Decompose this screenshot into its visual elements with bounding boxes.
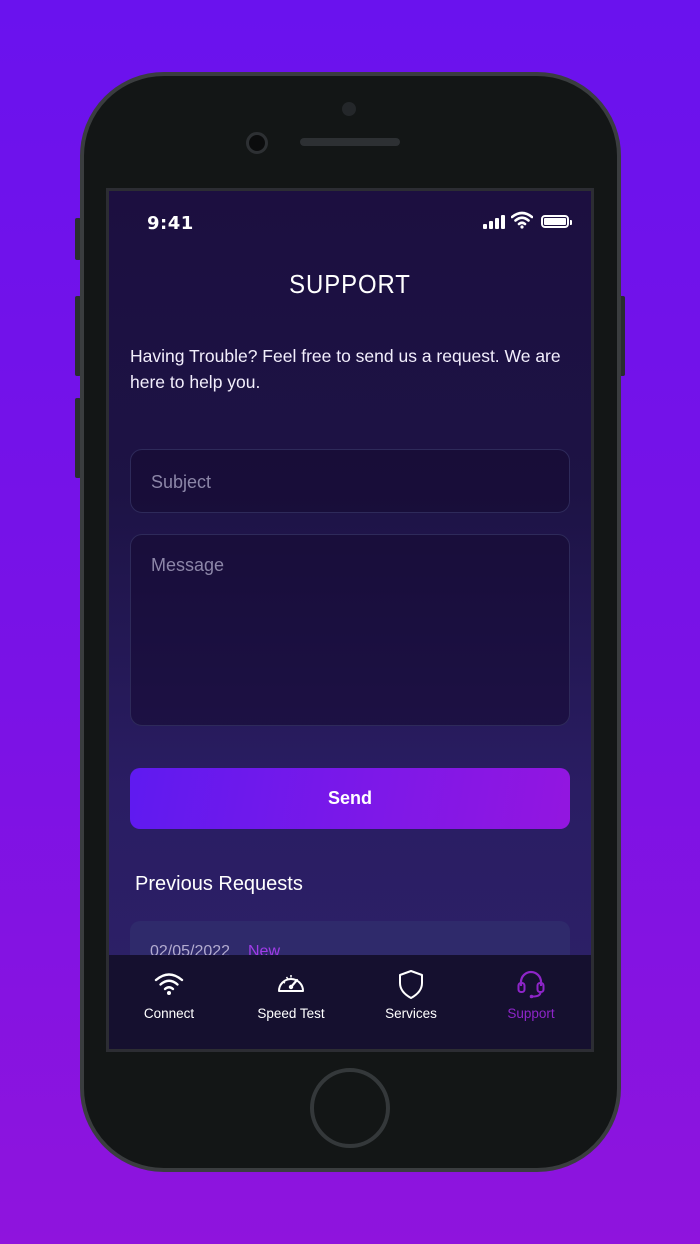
wifi-status-icon [511, 211, 533, 229]
subject-input[interactable]: Subject [130, 449, 570, 513]
headset-icon [517, 970, 545, 999]
tab-services[interactable]: Services [351, 955, 471, 1049]
previous-requests-heading: Previous Requests [135, 873, 303, 895]
speedometer-icon [278, 975, 304, 992]
tab-label: Support [507, 1006, 555, 1021]
tab-label: Services [385, 1006, 437, 1021]
cellular-signal-icon [483, 215, 505, 229]
home-button[interactable] [310, 1068, 390, 1148]
status-time: 9:41 [147, 213, 194, 234]
battery-icon [541, 215, 572, 228]
message-textarea[interactable]: Message [130, 534, 570, 726]
front-camera [246, 132, 268, 154]
proximity-sensor [342, 102, 356, 116]
tab-connect[interactable]: Connect [109, 955, 229, 1049]
send-button[interactable]: Send [130, 768, 570, 829]
app-screen: 9:41 SUPPORT Having Trouble? Feel free t… [106, 188, 594, 1052]
status-bar: 9:41 [109, 191, 591, 255]
tab-label: Connect [143, 1006, 195, 1021]
wifi-icon [154, 973, 184, 995]
shield-icon [399, 970, 423, 999]
bottom-tab-bar: Connect Speed Test Services Support [109, 955, 591, 1049]
tab-support[interactable]: Support [471, 955, 591, 1049]
page-title: SUPPORT [289, 269, 411, 299]
earpiece-speaker [300, 138, 400, 146]
tab-label: Speed Test [257, 1006, 325, 1021]
tab-speed-test[interactable]: Speed Test [231, 955, 351, 1049]
intro-text: Having Trouble? Feel free to send us a r… [130, 346, 561, 392]
